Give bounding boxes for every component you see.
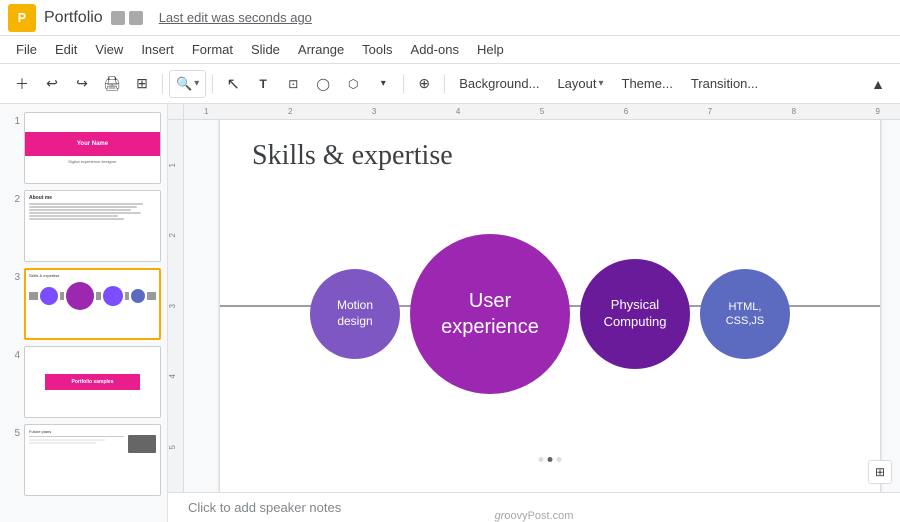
toolbar-theme[interactable]: Theme... (614, 70, 681, 98)
menu-bar: File Edit View Insert Format Slide Arran… (0, 36, 900, 64)
main-area: 1 Your Name Digital experience designer … (0, 104, 900, 522)
slide-num-2: 2 (6, 190, 20, 205)
active-slide[interactable]: Skills & expertise Motion design User ex… (220, 120, 880, 492)
doc-title[interactable]: Portfolio (44, 9, 103, 27)
scroll-dot-2 (548, 457, 553, 462)
toolbar-sep-3 (403, 74, 404, 94)
last-edit-label: Last edit was seconds ago (159, 10, 312, 25)
collapse-icon[interactable]: ▲ (864, 70, 892, 98)
ruler-corner (168, 104, 184, 120)
slide-preview-2[interactable]: About me (24, 190, 161, 262)
toolbar: ＋ ↩ ↪ 🖨 ⊞ 🔍 ▾ ↖ T ⊡ ◯ ⬡ ▾ ⊕ Background..… (0, 64, 900, 104)
menu-help[interactable]: Help (469, 40, 512, 59)
scroll-indicator (539, 457, 562, 462)
layout-label: Layout (557, 76, 596, 91)
canvas-area: 1 2 3 4 5 6 7 8 9 1 2 3 4 5 (168, 104, 900, 522)
menu-file[interactable]: File (8, 40, 45, 59)
menu-arrange[interactable]: Arrange (290, 40, 352, 59)
title-icon-2[interactable] (129, 11, 143, 25)
slide-panel: 1 Your Name Digital experience designer … (0, 104, 168, 522)
zoom-icon: 🔍 (176, 76, 192, 92)
scroll-dot-1 (539, 457, 544, 462)
layout-chevron: ▾ (598, 78, 603, 89)
slide2-title: About me (29, 195, 156, 201)
slide-title: Skills & expertise (252, 140, 453, 172)
slide1-name: Your Name (77, 141, 108, 147)
slide4-text: Portfolio samples (72, 379, 114, 385)
slide1-subtitle: Digital experience designer (68, 159, 116, 164)
circle-ux-label: User experience (441, 288, 539, 340)
slide-preview-5[interactable]: Future plans (24, 424, 161, 496)
slide-num-5: 5 (6, 424, 20, 439)
toolbar-collapse[interactable]: ▲ (864, 70, 892, 98)
toolbar-shape[interactable]: ◯ (309, 70, 337, 98)
circles-group: Motion design User experience Physical C… (260, 234, 840, 394)
slide-thumb-1[interactable]: 1 Your Name Digital experience designer (6, 112, 161, 184)
background-label: Background... (459, 76, 539, 91)
circle-user-experience[interactable]: User experience (410, 234, 570, 394)
slide-thumb-4[interactable]: 4 Portfolio samples (6, 346, 161, 418)
menu-addons[interactable]: Add-ons (403, 40, 467, 59)
menu-insert[interactable]: Insert (133, 40, 182, 59)
menu-format[interactable]: Format (184, 40, 241, 59)
toolbar-image[interactable]: ⊡ (279, 70, 307, 98)
toolbar-undo[interactable]: ↩ (38, 70, 66, 98)
toolbar-sep-1 (162, 74, 163, 94)
slide3-title-preview: Skills & expertise (29, 273, 156, 278)
slide-preview-1[interactable]: Your Name Digital experience designer (24, 112, 161, 184)
scroll-dot-3 (557, 457, 562, 462)
expand-button[interactable]: ⊞ (868, 460, 892, 484)
title-bar: P Portfolio Last edit was seconds ago (0, 0, 900, 36)
speaker-notes[interactable]: Click to add speaker notes (168, 492, 900, 522)
slide-canvas[interactable]: Skills & expertise Motion design User ex… (184, 120, 900, 492)
transition-label: Transition... (691, 76, 758, 91)
menu-slide[interactable]: Slide (243, 40, 288, 59)
title-icons (111, 11, 143, 25)
slide-num-4: 4 (6, 346, 20, 361)
toolbar-cursor[interactable]: ↖ (219, 70, 247, 98)
zoom-chevron: ▾ (194, 78, 199, 89)
circle-html-label: HTML, CSS,JS (726, 300, 765, 329)
app-icon: P (8, 4, 36, 32)
slide-preview-3[interactable]: Skills & expertise (24, 268, 161, 340)
toolbar-text[interactable]: T (249, 70, 277, 98)
slide-preview-4[interactable]: Portfolio samples (24, 346, 161, 418)
slide-thumb-2[interactable]: 2 About me (6, 190, 161, 262)
circle-motion-label: Motion design (337, 298, 373, 329)
toolbar-sep-2 (212, 74, 213, 94)
toolbar-transition[interactable]: Transition... (683, 70, 766, 98)
toolbar-add[interactable]: ＋ (8, 70, 36, 98)
slide-thumb-5[interactable]: 5 Future plans (6, 424, 161, 496)
slide5-device-icon (128, 435, 156, 453)
toolbar-paint[interactable]: ⊞ (128, 70, 156, 98)
toolbar-comment[interactable]: ⊕ (410, 70, 438, 98)
toolbar-redo[interactable]: ↪ (68, 70, 96, 98)
toolbar-print[interactable]: 🖨 (98, 70, 126, 98)
title-icon-1[interactable] (111, 11, 125, 25)
menu-edit[interactable]: Edit (47, 40, 85, 59)
circle-physical-computing[interactable]: Physical Computing (580, 259, 690, 369)
speaker-notes-placeholder: Click to add speaker notes (188, 500, 341, 515)
circle-motion-design[interactable]: Motion design (310, 269, 400, 359)
toolbar-background[interactable]: Background... (451, 70, 547, 98)
toolbar-more-shapes[interactable]: ▾ (369, 70, 397, 98)
toolbar-line[interactable]: ⬡ (339, 70, 367, 98)
circle-html-css-js[interactable]: HTML, CSS,JS (700, 269, 790, 359)
ruler-left: 1 2 3 4 5 (168, 120, 184, 492)
zoom-control[interactable]: 🔍 ▾ (169, 70, 206, 98)
slide-num-1: 1 (6, 112, 20, 127)
menu-tools[interactable]: Tools (354, 40, 400, 59)
menu-view[interactable]: View (87, 40, 131, 59)
toolbar-sep-4 (444, 74, 445, 94)
theme-label: Theme... (622, 76, 673, 91)
slide5-title: Future plans (29, 429, 124, 434)
slide-num-3: 3 (6, 268, 20, 283)
slide-thumb-3[interactable]: 3 Skills & expertise (6, 268, 161, 340)
toolbar-layout[interactable]: Layout ▾ (549, 70, 611, 98)
ruler-top: 1 2 3 4 5 6 7 8 9 (184, 104, 900, 120)
circle-pc-label: Physical Computing (604, 297, 667, 331)
